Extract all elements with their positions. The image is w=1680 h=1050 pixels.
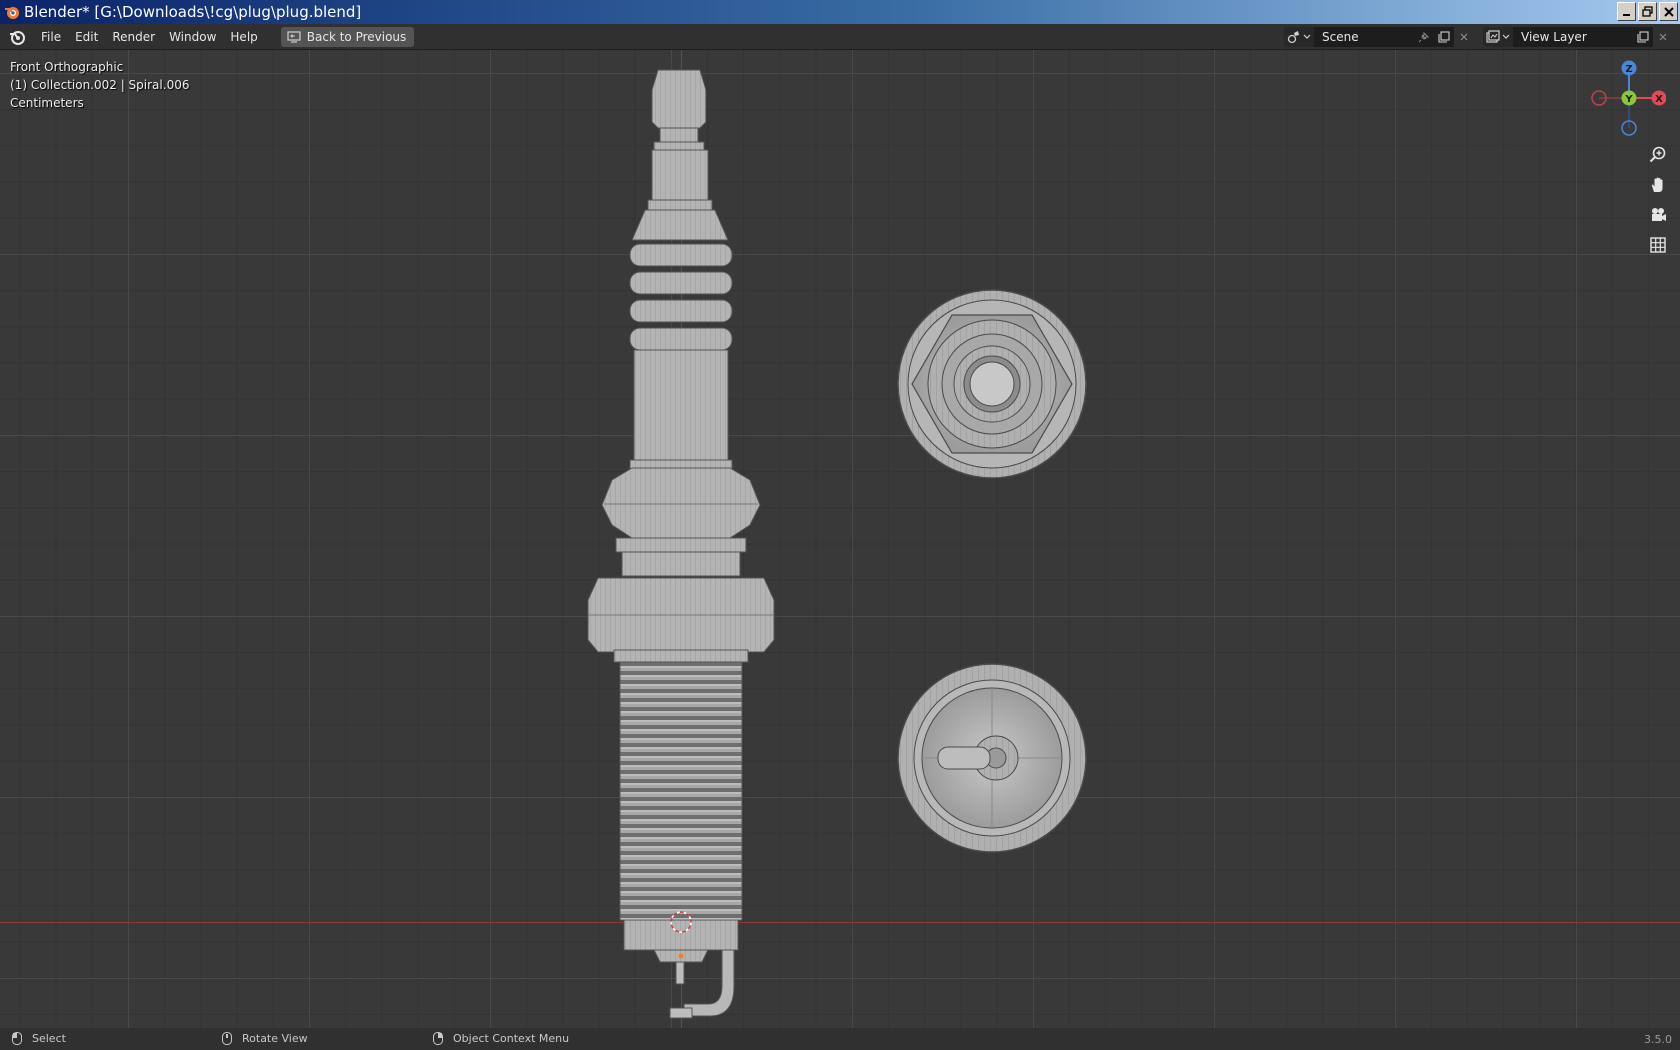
- window-controls: [1617, 2, 1678, 21]
- close-icon: [1659, 33, 1667, 41]
- back-to-previous-label: Back to Previous: [306, 29, 407, 44]
- scene-icon: [1287, 31, 1299, 44]
- blender-version: 3.5.0: [1644, 1033, 1672, 1046]
- blender-logo-icon: [5, 7, 19, 19]
- blender-menu-icon[interactable]: [8, 28, 26, 46]
- render-layers-icon: [1486, 30, 1500, 43]
- restore-icon: [1642, 6, 1653, 17]
- delete-view-layer-button[interactable]: [1653, 27, 1673, 47]
- menu-render[interactable]: Render: [105, 27, 162, 47]
- window-titlebar: Blender* [G:\Downloads\!cg\plug\plug.ble…: [0, 0, 1680, 24]
- toggle-ortho-button[interactable]: [1645, 232, 1671, 258]
- units-label: Centimeters: [10, 96, 84, 110]
- gizmo-x-label: X: [1655, 94, 1663, 105]
- restore-button[interactable]: [1638, 2, 1657, 21]
- close-icon: [1460, 33, 1468, 41]
- window-title: Blender* [G:\Downloads\!cg\plug\plug.ble…: [24, 3, 362, 21]
- zoom-button[interactable]: [1645, 142, 1671, 168]
- gizmo-y-label: Y: [1624, 94, 1633, 105]
- menu-edit[interactable]: Edit: [68, 27, 105, 47]
- pin-icon: [1418, 31, 1430, 43]
- view-name-label: Front Orthographic: [10, 60, 124, 74]
- scene-browse-button[interactable]: [1284, 27, 1314, 47]
- camera-view-button[interactable]: [1645, 202, 1671, 228]
- gizmo-z-label: Z: [1625, 64, 1632, 75]
- pin-scene-button[interactable]: [1414, 27, 1434, 47]
- screen-back-icon: [287, 30, 301, 43]
- scene-selector: Scene: [1284, 27, 1474, 47]
- view-layer-name-field[interactable]: View Layer: [1513, 27, 1633, 47]
- mouse-left-icon: [12, 1032, 22, 1045]
- collection-info-label: (1) Collection.002 | Spiral.006: [10, 78, 190, 92]
- scene-name: Scene: [1322, 30, 1359, 44]
- chevron-down-icon: [1502, 34, 1510, 39]
- mouse-right-icon: [433, 1032, 443, 1045]
- view-layer-name: View Layer: [1521, 30, 1587, 44]
- close-button[interactable]: [1659, 2, 1678, 21]
- hand-pan-icon: [1651, 177, 1663, 192]
- status-select-label: Select: [32, 1032, 66, 1045]
- duplicate-icon: [1438, 31, 1450, 43]
- camera-icon: [1652, 208, 1666, 221]
- back-to-previous-button[interactable]: Back to Previous: [280, 26, 415, 47]
- status-context-label: Object Context Menu: [453, 1032, 570, 1045]
- menu-window[interactable]: Window: [162, 27, 223, 47]
- spark-plug-front-view: [587, 69, 775, 1019]
- minimize-icon: [1622, 13, 1630, 16]
- status-rotate-label: Rotate View: [242, 1032, 308, 1045]
- top-menu-bar: File Edit Render Window Help Back to Pre…: [0, 24, 1680, 50]
- navigation-gizmo[interactable]: Z X Y: [1586, 56, 1666, 136]
- spark-plug-top-view: [897, 289, 1087, 479]
- view-layer-selector: View Layer: [1483, 27, 1673, 47]
- pan-button[interactable]: [1645, 172, 1671, 198]
- grid-icon: [1650, 237, 1666, 253]
- delete-scene-button[interactable]: [1454, 27, 1474, 47]
- view-layer-browse-button[interactable]: [1483, 27, 1513, 47]
- chevron-down-icon: [1303, 34, 1311, 39]
- minimize-button[interactable]: [1617, 2, 1636, 21]
- scene-name-field[interactable]: Scene: [1314, 27, 1414, 47]
- status-select: Select: [12, 1032, 66, 1045]
- status-bar: Select Rotate View Object Context Menu 3…: [0, 1028, 1680, 1050]
- spark-plug-model: [587, 69, 1087, 1019]
- 3d-viewport[interactable]: Front Orthographic (1) Collection.002 | …: [0, 50, 1680, 1028]
- menu-file[interactable]: File: [34, 27, 68, 47]
- new-scene-button[interactable]: [1434, 27, 1454, 47]
- zoom-icon: [1649, 146, 1666, 163]
- mouse-middle-icon: [222, 1032, 232, 1045]
- status-rotate: Rotate View: [222, 1032, 308, 1045]
- menu-help[interactable]: Help: [223, 27, 264, 47]
- spark-plug-bottom-view: [897, 663, 1087, 853]
- duplicate-icon: [1637, 31, 1649, 43]
- new-view-layer-button[interactable]: [1633, 27, 1653, 47]
- close-icon: [1663, 6, 1674, 17]
- status-context-menu: Object Context Menu: [433, 1032, 569, 1045]
